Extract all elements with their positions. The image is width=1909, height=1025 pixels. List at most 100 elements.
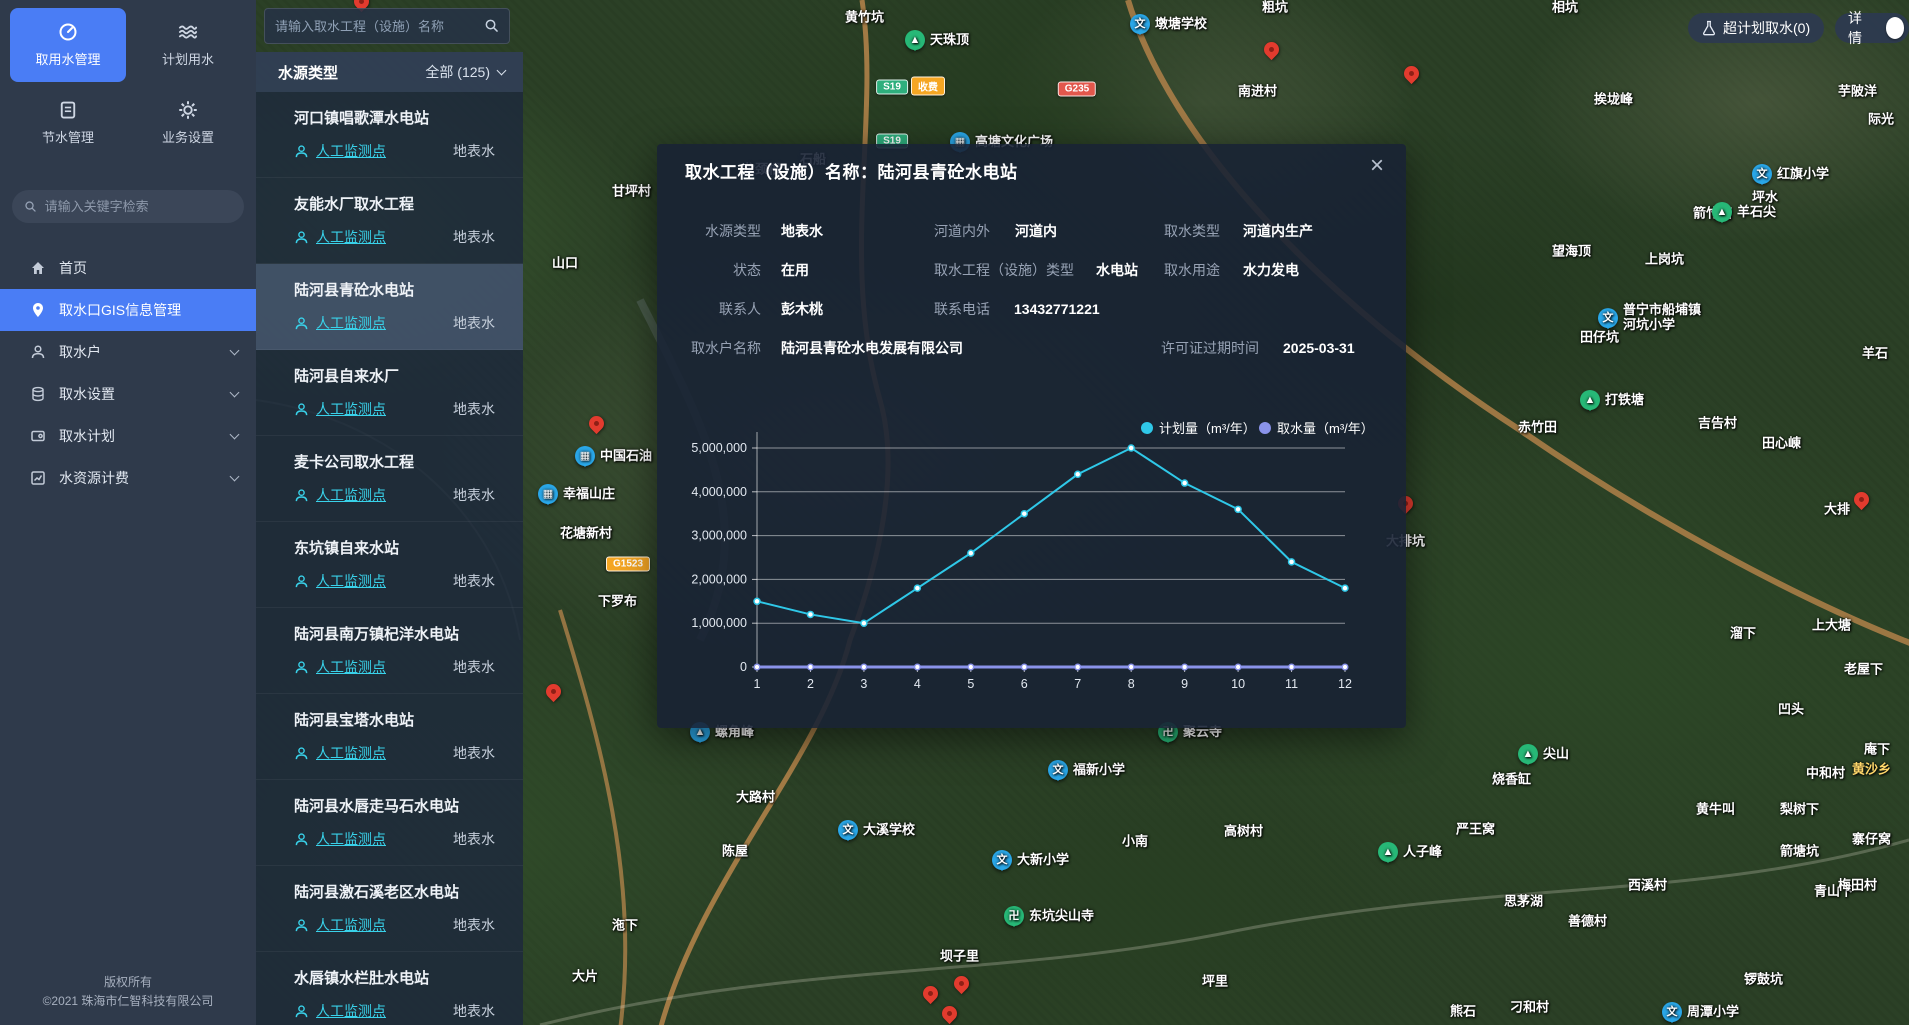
manual-monitor-link[interactable]: 人工监测点 <box>316 227 386 247</box>
map-label-text: 中和村 <box>1806 767 1845 782</box>
map-label-text: 望海顶 <box>1552 245 1591 260</box>
facility-name: 陆河县自来水厂 <box>294 365 523 386</box>
map-label-text: 坪里 <box>1202 975 1228 990</box>
nav-3[interactable]: 节水管理 <box>10 86 126 160</box>
sidebar-item-1[interactable]: 首页 <box>0 247 256 289</box>
blue-school-marker-icon[interactable]: 文 <box>1598 308 1618 328</box>
green-temple-marker-icon[interactable]: 卍 <box>1004 906 1024 926</box>
map-label-text: 善德村 <box>1568 915 1607 930</box>
manual-monitor-link[interactable]: 人工监测点 <box>316 313 386 333</box>
person-icon <box>30 344 46 360</box>
green-mountain-marker-icon[interactable]: ▲ <box>1712 202 1732 222</box>
green-mountain-marker-icon[interactable]: ▲ <box>1580 390 1600 410</box>
sidebar-item-6[interactable]: 水资源计费 <box>0 457 256 499</box>
sidebar-search-input[interactable] <box>45 199 232 214</box>
blue-school-marker-icon[interactable]: 文 <box>838 820 858 840</box>
manual-monitor-link[interactable]: 人工监测点 <box>316 399 386 419</box>
nav-4[interactable]: 业务设置 <box>130 86 246 160</box>
facility-list-item[interactable]: 麦卡公司取水工程人工监测点地表水 <box>256 436 523 522</box>
field-row: 状态在用取水工程（设施）类型水电站取水用途水力发电 <box>657 251 1406 290</box>
map-label: ▲尖山 <box>1518 744 1569 764</box>
blue-school-marker-icon[interactable]: 文 <box>1662 1002 1682 1022</box>
facility-list-item[interactable]: 友能水厂取水工程人工监测点地表水 <box>256 178 523 264</box>
red-pin-marker[interactable] <box>589 416 605 432</box>
red-pin-marker[interactable] <box>923 986 939 1002</box>
red-pin-marker[interactable] <box>1404 66 1420 82</box>
manual-monitor-link[interactable]: 人工监测点 <box>316 141 386 161</box>
facility-list-item[interactable]: 陆河县水唇走马石水电站人工监测点地表水 <box>256 780 523 866</box>
toggle-knob[interactable] <box>1886 17 1904 39</box>
sidebar-item-5[interactable]: 取水计划 <box>0 415 256 457</box>
manual-monitor-link[interactable]: 人工监测点 <box>316 571 386 591</box>
map-label-text: 黄竹坑 <box>845 11 884 26</box>
green-mountain-marker-icon[interactable]: ▲ <box>1378 842 1398 862</box>
map-label-text: 老屋下 <box>1844 663 1883 678</box>
nav-2[interactable]: 计划用水 <box>130 8 246 82</box>
person-icon <box>294 660 309 675</box>
sidebar-item-2[interactable]: 取水口GIS信息管理 <box>0 289 256 331</box>
map-label: 梨树下 <box>1780 803 1819 818</box>
db-icon <box>30 386 46 402</box>
close-icon[interactable]: × <box>1370 154 1384 178</box>
map-label-text: 南进村 <box>1238 85 1277 100</box>
sidebar-item-3[interactable]: 取水户 <box>0 331 256 373</box>
red-pin-marker[interactable] <box>954 976 970 992</box>
red-pin-marker[interactable] <box>942 1006 958 1022</box>
facility-search[interactable] <box>264 8 510 44</box>
map-label: 吉告村 <box>1698 417 1737 432</box>
over-plan-intake-button[interactable]: 超计划取水(0) <box>1688 13 1824 43</box>
chevron-down-icon <box>230 430 240 440</box>
blue-school-marker-icon[interactable]: 文 <box>992 850 1012 870</box>
svg-text:计划量（m³/年）: 计划量（m³/年） <box>1159 421 1256 436</box>
map-label: 粗坑 <box>1262 1 1288 16</box>
field-label: 取水用途 <box>1000 251 1220 290</box>
sidebar-item-4[interactable]: 取水设置 <box>0 373 256 415</box>
map-label: 高树村 <box>1224 825 1263 840</box>
sidebar-item-label: 取水口GIS信息管理 <box>59 300 181 320</box>
field-label: 水源类型 <box>541 212 761 251</box>
red-pin-marker[interactable] <box>1854 492 1870 508</box>
nav-label: 业务设置 <box>162 127 214 146</box>
blue-building-marker-icon[interactable]: ▦ <box>538 484 558 504</box>
detail-toggle[interactable]: 详情 <box>1835 13 1909 43</box>
green-mountain-marker-icon[interactable]: ▲ <box>905 30 925 50</box>
facility-list-item[interactable]: 陆河县宝塔水电站人工监测点地表水 <box>256 694 523 780</box>
green-mountain-marker-icon[interactable]: ▲ <box>1518 744 1538 764</box>
svg-text:10: 10 <box>1231 677 1245 691</box>
nav-1[interactable]: 取用水管理 <box>10 8 126 82</box>
search-icon[interactable] <box>484 18 499 34</box>
facility-search-input[interactable] <box>275 19 484 34</box>
manual-monitor-link[interactable]: 人工监测点 <box>316 829 386 849</box>
blue-school-marker-icon[interactable]: 文 <box>1130 14 1150 34</box>
manual-monitor-link[interactable]: 人工监测点 <box>316 1001 386 1021</box>
chevron-down-icon <box>497 65 507 75</box>
manual-monitor-link[interactable]: 人工监测点 <box>316 743 386 763</box>
facility-list-item[interactable]: 陆河县自来水厂人工监测点 地表水 <box>256 350 523 436</box>
facility-list-item[interactable]: 河口镇唱歌潭水电站人工监测点地表水 <box>256 92 523 178</box>
source-type-filter[interactable]: 全部 (125) <box>425 62 505 82</box>
map-label-text: 羊石 <box>1862 347 1888 362</box>
facility-list-item[interactable]: 陆河县青砼水电站人工监测点地表水 <box>256 264 523 350</box>
map-label: 下罗布 <box>598 595 637 610</box>
facility-list-item[interactable]: 陆河县南万镇杞洋水电站人工监测点地表水 <box>256 608 523 694</box>
red-pin-marker[interactable] <box>1264 42 1280 58</box>
field-label: 取水户名称 <box>541 329 761 368</box>
facility-list-item[interactable]: 水唇镇水栏肚水电站人工监测点地表水 <box>256 952 523 1025</box>
facility-name: 友能水厂取水工程 <box>294 193 523 214</box>
card-icon <box>30 428 46 444</box>
manual-monitor-link[interactable]: 人工监测点 <box>316 485 386 505</box>
manual-monitor-link[interactable]: 人工监测点 <box>316 657 386 677</box>
facility-list-item[interactable]: 东坑镇自来水站人工监测点地表水 <box>256 522 523 608</box>
sidebar-search[interactable] <box>12 190 244 223</box>
water-source-type: 地表水 <box>453 399 495 419</box>
blue-school-marker-icon[interactable]: 文 <box>1048 760 1068 780</box>
svg-text:7: 7 <box>1074 677 1081 691</box>
blue-school-marker-icon[interactable]: 文 <box>1752 164 1772 184</box>
map-label-text: 凹头 <box>1778 703 1804 718</box>
map-label-text: 羊石尖 <box>1737 205 1776 220</box>
red-pin-marker[interactable] <box>546 684 562 700</box>
map-label: 庵下 <box>1864 743 1890 758</box>
manual-monitor-link[interactable]: 人工监测点 <box>316 915 386 935</box>
blue-building-marker-icon[interactable]: ▦ <box>575 446 595 466</box>
facility-list-item[interactable]: 陆河县激石溪老区水电站人工监测点地表水 <box>256 866 523 952</box>
